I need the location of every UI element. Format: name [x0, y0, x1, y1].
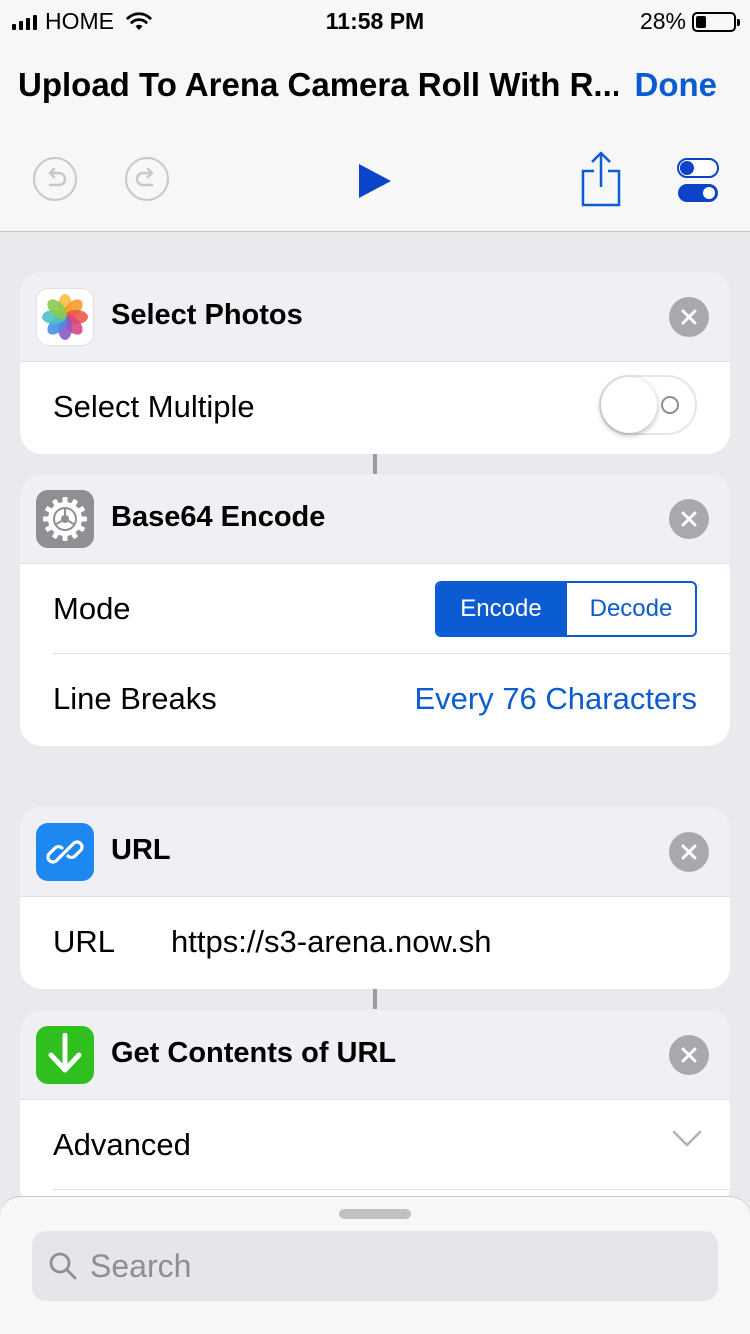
toggle-off-indicator — [661, 396, 679, 414]
settings-toggles-icon[interactable] — [677, 158, 719, 204]
toggle-knob — [601, 377, 657, 433]
action-title: Base64 Encode — [111, 501, 326, 533]
remove-action-button[interactable] — [669, 297, 709, 337]
action-select-photos: Select Photos Select Multiple — [20, 272, 730, 454]
download-arrow-icon — [36, 1026, 94, 1084]
action-url: URL URL https://s3-arena.now.sh — [20, 807, 730, 989]
action-connector — [373, 989, 377, 1009]
action-base64-encode: Base64 Encode Mode Encode Decode Line Br… — [20, 474, 730, 746]
row-divider — [53, 1189, 730, 1190]
gear-icon — [36, 490, 94, 548]
url-field[interactable]: https://s3-arena.now.sh — [171, 924, 492, 960]
link-icon — [36, 823, 94, 881]
action-get-contents-of-url: Get Contents of URL Advanced — [20, 1010, 730, 1210]
action-title: Get Contents of URL — [111, 1037, 397, 1069]
play-icon[interactable] — [357, 162, 393, 200]
close-icon — [681, 511, 697, 527]
action-header[interactable]: Get Contents of URL — [20, 1010, 730, 1100]
remove-action-button[interactable] — [669, 832, 709, 872]
mode-segmented-control: Encode Decode — [435, 581, 697, 637]
line-breaks-label: Line Breaks — [53, 681, 217, 716]
action-connector — [373, 454, 377, 474]
action-header[interactable]: Base64 Encode — [20, 474, 730, 564]
search-icon — [49, 1252, 77, 1280]
select-multiple-toggle[interactable] — [599, 375, 697, 435]
remove-action-button[interactable] — [669, 1035, 709, 1075]
redo-button[interactable] — [125, 157, 169, 201]
close-icon — [681, 309, 697, 325]
actions-bottom-sheet — [0, 1196, 750, 1334]
remove-action-button[interactable] — [669, 499, 709, 539]
mode-label: Mode — [53, 591, 131, 626]
photos-app-icon — [36, 288, 94, 346]
search-input[interactable] — [90, 1231, 690, 1301]
url-label: URL — [53, 924, 116, 959]
status-right: 28% — [639, 8, 740, 35]
undo-button[interactable] — [33, 157, 77, 201]
battery-percent: 28% — [639, 8, 686, 34]
action-title: URL — [111, 834, 171, 866]
advanced-row[interactable]: Advanced — [20, 1100, 730, 1190]
action-title: Select Photos — [111, 299, 303, 331]
status-bar: HOME 11:58 PM 28% — [0, 0, 750, 40]
mode-encode-segment[interactable]: Encode — [437, 583, 565, 635]
undo-icon — [48, 168, 67, 187]
search-bar[interactable] — [32, 1231, 718, 1301]
mode-row: Mode Encode Decode — [20, 564, 730, 654]
done-button[interactable]: Done — [635, 66, 718, 104]
action-header[interactable]: URL — [20, 807, 730, 897]
share-icon[interactable] — [581, 151, 621, 207]
mode-decode-segment[interactable]: Decode — [565, 583, 695, 635]
battery-icon — [692, 11, 740, 32]
status-time: 11:58 PM — [325, 8, 425, 34]
close-icon — [681, 844, 697, 860]
url-row: URL https://s3-arena.now.sh — [20, 897, 730, 987]
sheet-grabber[interactable] — [339, 1209, 411, 1219]
close-icon — [681, 1047, 697, 1063]
select-multiple-row: Select Multiple — [20, 362, 730, 452]
chevron-down-icon — [672, 1130, 702, 1147]
line-breaks-row: Line Breaks Every 76 Characters — [20, 654, 730, 744]
action-header[interactable]: Select Photos — [20, 272, 730, 362]
select-multiple-label: Select Multiple — [53, 389, 255, 424]
redo-icon — [135, 168, 154, 187]
battery-level — [696, 15, 706, 28]
advanced-label: Advanced — [53, 1127, 191, 1162]
editor-header: Upload To Arena Camera Roll With R... Do… — [0, 40, 750, 232]
line-breaks-value[interactable]: Every 76 Characters — [414, 681, 697, 717]
shortcut-title[interactable]: Upload To Arena Camera Roll With R... — [18, 66, 618, 104]
